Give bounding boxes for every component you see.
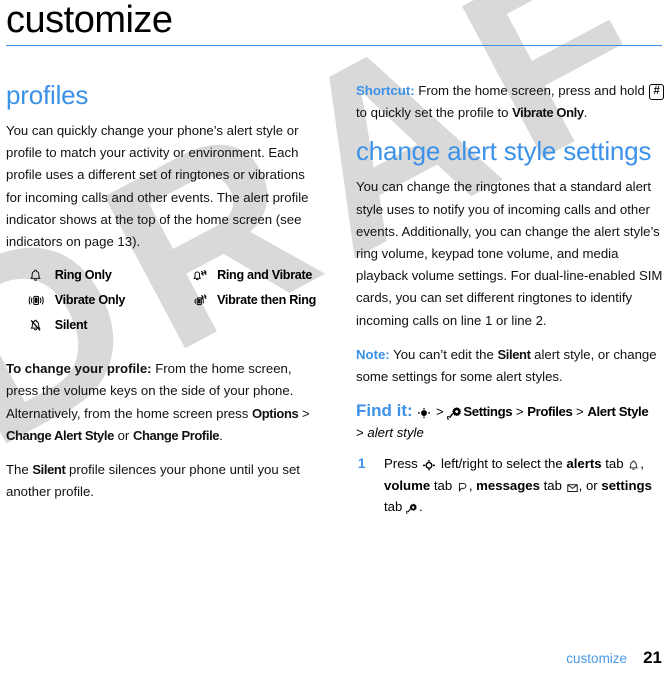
find-it-path: Find it: > Settings > Profiles > Alert S…: [356, 400, 666, 443]
profile-label: Vibrate Only: [54, 293, 126, 308]
silent-note-paragraph: The Silent profile silences your phone u…: [6, 459, 316, 503]
footer-chapter-label: customize: [566, 651, 628, 666]
header-rule: [6, 45, 662, 46]
step-text-8: , or: [578, 477, 602, 493]
profile-label: Silent: [54, 318, 88, 333]
ui-change-profile: Change Profile: [132, 427, 220, 443]
profile-label: Ring Only: [54, 268, 112, 283]
ui-settings: Settings: [463, 404, 513, 420]
ui-options: Options: [252, 405, 299, 421]
ui-profiles: Profiles: [527, 404, 573, 420]
right-column: Shortcut: From the home screen, press an…: [356, 80, 666, 518]
silent-bell-icon: [6, 315, 55, 340]
ui-change-alert-style: Change Alert Style: [6, 427, 114, 443]
hash-key-icon: #: [649, 84, 664, 100]
find-it-italic-alert-style: alert style: [367, 425, 424, 441]
step-text-7: tab: [539, 477, 566, 493]
ui-alert-style: Alert Style: [587, 404, 649, 420]
table-row: Silent: [6, 315, 316, 340]
ring-vibrate-icon: [174, 265, 217, 290]
note-paragraph: Note: You can’t edit the Silent alert st…: [356, 344, 666, 388]
b-volume: volume: [384, 477, 431, 493]
section-title-profiles: profiles: [6, 80, 89, 110]
b-settings: settings: [601, 477, 652, 493]
manual-page: DRAFT customize profiles You can quickly…: [0, 0, 668, 676]
step-text-1: Press: [384, 456, 422, 472]
chapter-title: customize: [6, 0, 173, 41]
bell-icon: [627, 459, 640, 472]
profile-label: Ring and Vibrate: [217, 268, 313, 283]
center-select-key-icon: [416, 406, 432, 420]
note-lead: Note:: [356, 346, 390, 362]
page-footer: customize 21: [6, 648, 662, 668]
alert-style-intro-paragraph: You can change the ringtones that a stan…: [356, 179, 663, 328]
change-profile-lead: To change your profile:: [6, 361, 152, 377]
settings-gear-icon: [406, 502, 419, 515]
b-alerts: alerts: [566, 456, 602, 472]
vibrate-then-ring-icon: [174, 290, 217, 315]
find-it-sep-2: >: [512, 404, 528, 420]
change-profile-paragraph: To change your profile: From the home sc…: [6, 358, 316, 447]
profiles-intro-paragraph: You can quickly change your phone’s aler…: [6, 123, 309, 250]
shortcut-text-3: .: [583, 105, 588, 121]
bell-icon: [6, 265, 55, 290]
speaker-icon: [456, 481, 469, 494]
table-row: Vibrate Only Vibrate then Ring: [6, 290, 316, 315]
envelope-icon: [566, 481, 579, 494]
shortcut-lead: Shortcut:: [356, 83, 415, 98]
step-text-5: tab: [430, 477, 456, 493]
find-it-sep-3: >: [572, 404, 588, 420]
find-it-lead: Find it:: [356, 401, 413, 421]
shortcut-paragraph: Shortcut: From the home screen, press an…: [356, 80, 666, 124]
change-profile-text-2: or: [113, 427, 133, 443]
find-it-sep-4: >: [356, 425, 368, 441]
page-number: 21: [643, 648, 662, 667]
note-text-1: You can’t edit the: [389, 346, 498, 362]
profile-icon-table: Ring Only Ring and Vibrate Vibrate Only …: [6, 265, 316, 340]
step-1: 1 Press left/right to select the alerts t…: [356, 453, 666, 518]
step-text-4: ,: [640, 456, 644, 472]
b-messages: messages: [476, 477, 540, 493]
shortcut-text-2: to quickly set the profile to: [356, 105, 513, 121]
table-row: Ring Only Ring and Vibrate: [6, 265, 316, 290]
ui-silent: Silent: [497, 346, 531, 362]
step-text-10: .: [419, 499, 423, 515]
left-column: profiles You can quickly change your pho…: [6, 80, 316, 515]
settings-gear-icon: [447, 405, 463, 420]
step-number: 1: [358, 456, 366, 472]
ui-vibrate-only: Vibrate Only: [512, 105, 584, 121]
navigation-key-icon: [421, 458, 437, 472]
step-text-9: tab: [384, 499, 406, 515]
profile-label: Vibrate then Ring: [217, 293, 316, 308]
find-it-sep-1: >: [432, 404, 448, 420]
step-text-2: left/right to select the: [437, 456, 567, 472]
vibrate-icon: [6, 290, 55, 315]
ui-silent: Silent: [32, 462, 66, 478]
silent-note-text-1: The: [6, 462, 33, 478]
shortcut-text-1: From the home screen, press and hold: [414, 83, 649, 98]
step-text-3: tab: [601, 456, 628, 472]
sep-1: >: [298, 405, 310, 421]
change-profile-text-3: .: [219, 427, 223, 443]
section-title-change-alert-style: change alert style settings: [356, 136, 652, 167]
